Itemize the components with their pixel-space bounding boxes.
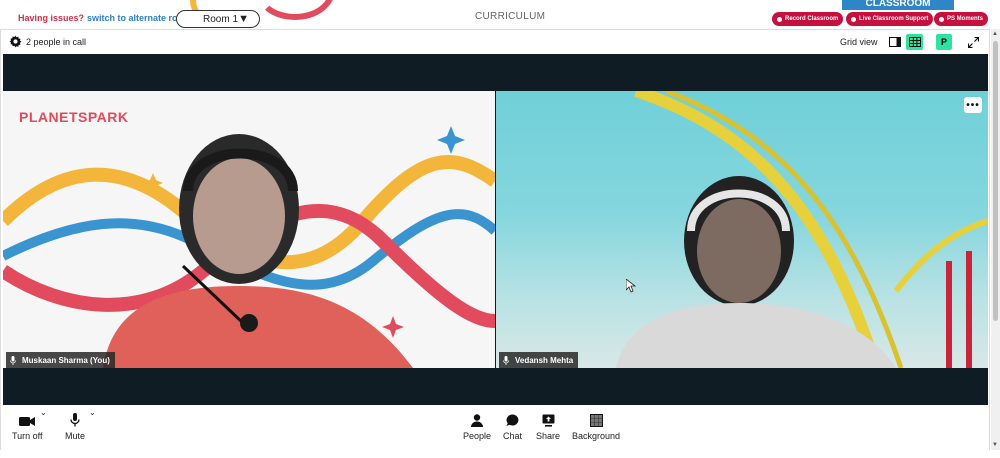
mic-options-chevron-icon[interactable]: ⌄ [89,408,96,417]
classroom-tab[interactable]: CLASSROOM [842,0,954,10]
expand-icon [967,36,979,48]
call-header: 2 people in call Grid view P [1,30,989,54]
mute-label: Mute [65,431,86,441]
people-button[interactable]: People [463,413,491,441]
background-effect-icon [589,414,603,427]
background-waves-image [3,126,495,368]
issues-notice: Having issues? switch to alternate room [18,13,191,23]
mute-button[interactable]: Mute [65,413,85,441]
chat-label: Chat [503,431,523,441]
curriculum-tab[interactable]: CURRICULUM [475,11,545,22]
caret-down-icon: ▼ [238,13,249,25]
decoration [255,0,335,20]
chat-bubble-icon [506,414,519,426]
video-stage: PLANETSPARK Muskaan Sharma (You) ••• Ved… [3,54,988,405]
microphone-icon [10,355,16,365]
share-screen-icon [542,414,555,427]
person-icon [471,414,484,427]
participant-name: Muskaan Sharma (You) [22,355,110,365]
microphone-icon [503,355,509,365]
room-select[interactable]: Room 1 ▼ [176,10,260,28]
scroll-down-icon[interactable]: ▼ [992,442,998,448]
issues-text: Having issues? [18,13,85,23]
people-count: 2 people in call [26,37,87,47]
scroll-up-icon[interactable]: ▲ [992,31,998,37]
people-label: People [463,431,492,441]
video-camera-icon [19,417,36,426]
more-icon: ••• [966,99,980,111]
planetspark-logo: PLANETSPARK [19,109,128,125]
logo-text-a: PLANET [19,109,78,125]
participant-avatar[interactable]: P [936,34,952,50]
more-options-button[interactable]: ••• [964,97,982,113]
grid-icon [908,37,921,47]
call-controls: Turn off ⌄ Mute ⌄ People Chat Share Back… [1,405,989,450]
page-scrollbar[interactable]: ▲ ▼ [991,29,1000,450]
background-button[interactable]: Background [572,413,620,441]
logo-text-b: SPARK [78,109,129,125]
live-support-button[interactable]: Live Classroom Support [846,12,934,26]
ps-moments-label: PS Moments [947,16,984,22]
chat-button[interactable]: Chat [503,413,522,441]
call-window: 2 people in call Grid view P PLANETSPARK… [0,29,990,450]
grid-view-label: Grid view [840,37,878,47]
video-tile-local[interactable]: PLANETSPARK Muskaan Sharma (You) [3,91,495,368]
record-icon [777,16,782,22]
background-rollercoaster-image [616,91,988,368]
gear-icon[interactable] [9,35,22,48]
video-tile-remote[interactable]: ••• Vedansh Mehta [496,91,988,368]
sidebar-layout-icon [888,37,901,47]
camera-options-chevron-icon[interactable]: ⌄ [40,408,47,417]
background-label: Background [572,431,621,441]
top-banner: Having issues? switch to alternate room R… [0,0,1000,30]
microphone-icon [70,413,80,427]
mouse-cursor-icon [626,279,636,293]
share-label: Share [536,431,561,441]
live-support-label: Live Classroom Support [859,16,929,22]
camera-toggle-label: Turn off [12,431,43,441]
ps-moments-button[interactable]: PS Moments [934,12,989,26]
grid-view-button[interactable] [906,34,923,50]
fullscreen-button[interactable] [965,34,981,50]
room-select-value: Room 1 [203,13,239,25]
participant-name-tag: Muskaan Sharma (You) [6,352,115,368]
moments-icon [939,16,944,22]
speaker-view-button[interactable] [886,34,903,50]
scroll-thumb[interactable] [993,41,998,321]
record-classroom-label: Record Classroom [785,16,839,22]
participant-name: Vedansh Mehta [515,355,574,365]
record-classroom-button[interactable]: Record Classroom [772,12,844,26]
support-icon [851,16,856,22]
participant-name-tag: Vedansh Mehta [499,352,579,368]
camera-toggle-button[interactable]: Turn off [12,413,43,441]
share-button[interactable]: Share [536,413,560,441]
